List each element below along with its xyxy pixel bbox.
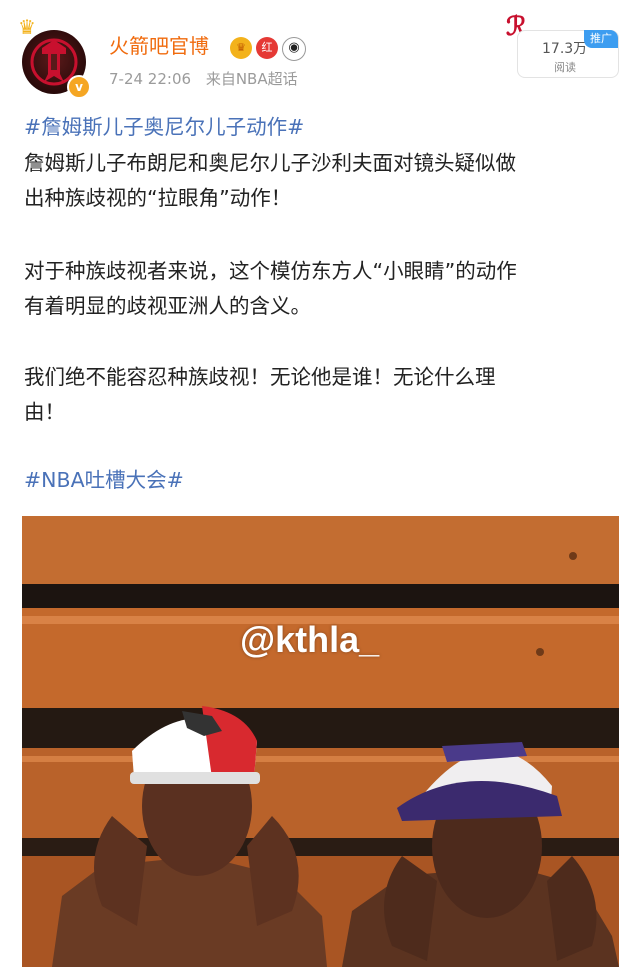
- post-text-line: 出种族歧视的“拉眼角”动作！: [24, 186, 292, 210]
- promo-tag: 推广: [584, 30, 618, 48]
- views-count: 17.3万: [542, 41, 588, 57]
- photo-illustration: [22, 516, 619, 967]
- post-timestamp: 7-24 22:06: [109, 70, 192, 88]
- post-image[interactable]: @kthla_: [22, 516, 619, 967]
- image-watermark: @kthla_: [240, 619, 380, 660]
- post-text-line: 有着明显的歧视亚洲人的含义。: [24, 294, 311, 318]
- hong-badge: 红: [256, 37, 278, 59]
- post-text-line: 詹姆斯儿子布朗尼和奥尼尔儿子沙利夫面对镜头疑似做: [24, 151, 516, 175]
- post-meta: 7-24 22:06 来自NBA超话: [109, 68, 308, 89]
- badge-group: ♛ 红 ◉: [230, 37, 306, 61]
- verified-icon: v: [67, 75, 91, 99]
- member-crown-icon: ♛: [230, 37, 252, 59]
- post-text-line: 对于种族歧视者来说，这个模仿东方人“小眼睛”的动作: [24, 259, 517, 283]
- panda-icon: ◉: [282, 37, 306, 61]
- hashtag-link[interactable]: #NBA吐槽大会#: [24, 465, 184, 496]
- post-text-line: 我们绝不能容忍种族歧视！无论他是谁！无论什么理: [24, 365, 496, 389]
- hashtag-link[interactable]: #詹姆斯儿子奥尼尔儿子动作#: [24, 112, 304, 143]
- post-text-line: 由！: [24, 400, 65, 424]
- post-source[interactable]: 来自NBA超话: [206, 70, 298, 88]
- views-label: 阅读: [554, 61, 576, 74]
- author-name[interactable]: 火箭吧官博: [109, 30, 209, 59]
